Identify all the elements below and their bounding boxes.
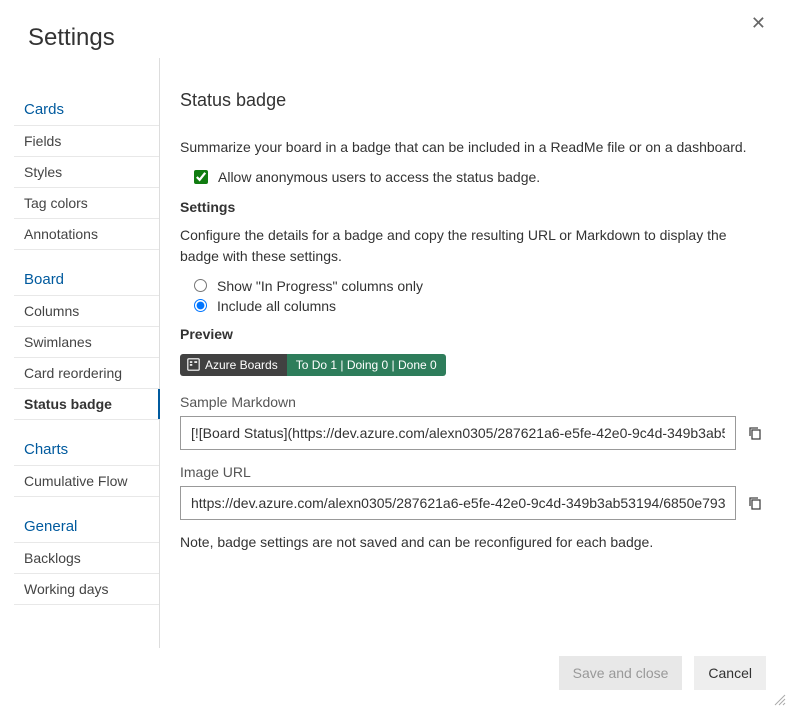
azure-boards-icon (187, 358, 200, 371)
badge-right-label: To Do 1 | Doing 0 | Done 0 (296, 358, 437, 372)
close-icon[interactable]: ✕ (747, 12, 770, 34)
badge-note: Note, badge settings are not saved and c… (180, 534, 764, 550)
dialog-footer: Save and close Cancel (559, 656, 766, 690)
sidebar-item-backlogs[interactable]: Backlogs (14, 543, 159, 574)
sidebar-item-swimlanes[interactable]: Swimlanes (14, 327, 159, 358)
radio-in-progress[interactable] (194, 279, 207, 292)
sidebar-section-cards: Cards (14, 94, 159, 126)
copy-imgurl-button[interactable] (746, 494, 764, 512)
save-and-close-button[interactable]: Save and close (559, 656, 683, 690)
allow-anonymous-row[interactable]: Allow anonymous users to access the stat… (180, 169, 764, 185)
sidebar-section-charts: Charts (14, 434, 159, 466)
markdown-label: Sample Markdown (180, 394, 764, 410)
copy-icon (747, 495, 763, 511)
main-panel: Status badge Summarize your board in a b… (160, 58, 788, 648)
sidebar-item-columns[interactable]: Columns (14, 296, 159, 327)
badge-left-label: Azure Boards (205, 358, 278, 372)
sidebar-item-fields[interactable]: Fields (14, 126, 159, 157)
radio-all-row[interactable]: Include all columns (194, 298, 764, 314)
settings-sidebar: Cards Fields Styles Tag colors Annotatio… (14, 58, 160, 648)
sidebar-item-working-days[interactable]: Working days (14, 574, 159, 605)
badge-right: To Do 1 | Doing 0 | Done 0 (287, 354, 446, 376)
cancel-button[interactable]: Cancel (694, 656, 766, 690)
columns-radio-group: Show "In Progress" columns only Include … (180, 278, 764, 314)
radio-all[interactable] (194, 299, 207, 312)
badge-left: Azure Boards (180, 354, 287, 376)
radio-in-progress-row[interactable]: Show "In Progress" columns only (194, 278, 764, 294)
sidebar-item-annotations[interactable]: Annotations (14, 219, 159, 250)
sidebar-section-general: General (14, 511, 159, 543)
badge-preview: Azure Boards To Do 1 | Doing 0 | Done 0 (180, 354, 446, 376)
allow-anonymous-label: Allow anonymous users to access the stat… (218, 169, 540, 185)
radio-all-label: Include all columns (217, 298, 336, 314)
copy-icon (747, 425, 763, 441)
allow-anonymous-checkbox[interactable] (194, 170, 208, 184)
panel-title: Status badge (180, 90, 764, 111)
settings-heading: Settings (180, 199, 764, 215)
panel-summary: Summarize your board in a badge that can… (180, 137, 764, 157)
sidebar-item-status-badge[interactable]: Status badge (14, 389, 159, 420)
markdown-input[interactable] (180, 416, 736, 450)
sidebar-item-cumulative-flow[interactable]: Cumulative Flow (14, 466, 159, 497)
sidebar-item-card-reordering[interactable]: Card reordering (14, 358, 159, 389)
radio-in-progress-label: Show "In Progress" columns only (217, 278, 423, 294)
config-description: Configure the details for a badge and co… (180, 225, 764, 266)
sidebar-section-board: Board (14, 264, 159, 296)
resize-grip-icon[interactable] (774, 694, 786, 706)
copy-markdown-button[interactable] (746, 424, 764, 442)
dialog-title: Settings (28, 24, 115, 52)
imgurl-label: Image URL (180, 464, 764, 480)
sidebar-item-styles[interactable]: Styles (14, 157, 159, 188)
imgurl-input[interactable] (180, 486, 736, 520)
sidebar-item-tag-colors[interactable]: Tag colors (14, 188, 159, 219)
preview-heading: Preview (180, 326, 764, 342)
